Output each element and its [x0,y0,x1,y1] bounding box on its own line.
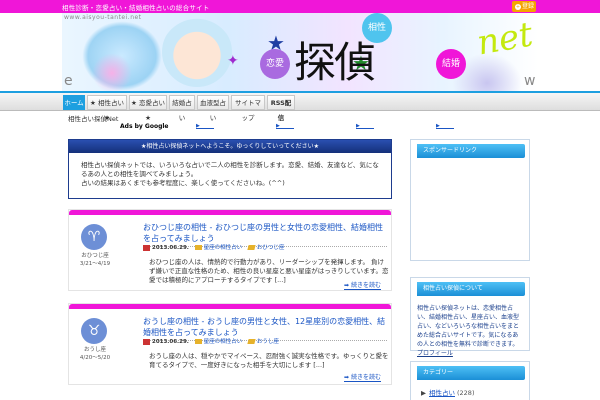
bubble-love: 恋愛 [260,49,290,79]
calendar-icon [143,244,150,251]
post-accent-bar [69,210,391,215]
about-text: 相性占い探偵ネットは、恋愛相性占い、結婚相性占い、星座占い、血液型占い、などいろ… [417,305,520,348]
banner-letter-e: e [64,73,73,89]
post-card: ♉ おうし座 4/20〜5/20 おうし座の相性 - おうし座の男性と女性、12… [68,303,392,385]
ad-link[interactable]: ▶ [276,123,294,129]
post-tag-link[interactable]: おうし座 [257,339,279,345]
calendar-icon [143,338,150,345]
nav-item-marriage[interactable]: 結婚占い [169,95,195,122]
read-more-link[interactable]: ➡ 続きを読む [343,372,381,382]
zodiac-dates: 3/21〜4/19 [79,261,111,267]
intro-text: 占いの結果はあくまでも参考程度に、楽しく使ってくださいね。(^^) [81,179,285,187]
arrow-right-icon: ➡ [343,374,349,381]
post-accent-bar [69,304,391,309]
sidebar-heading: 相性占い探偵について [415,282,525,296]
arrow-right-icon: ➡ [343,282,349,289]
zodiac-sign-label: おひつじ座 3/21〜4/19 [77,252,113,268]
profile-link[interactable]: プロフィール [417,350,453,357]
nav-item-blood-type[interactable]: 血液型占い [197,95,229,122]
tag-icon [247,245,256,250]
bubble-compatibility: 相性 [362,13,392,43]
nav-item-home[interactable]: ホーム [63,95,85,110]
zodiac-name: おひつじ座 [81,253,109,259]
main-nav: ホーム ★ 相性占い ★ ★ 恋愛占い ★ 結婚占い 血液型占い サイトマップ … [0,91,600,122]
sidebar-heading: スポンサードリンク [415,144,525,158]
zodiac-dates: 4/20〜5/20 [79,355,111,361]
login-button[interactable]: + 登録 [512,1,536,12]
sidebar-sponsored: スポンサードリンク [410,139,530,261]
category-name[interactable]: 相性占い [429,389,455,397]
banner-letter-w: w [524,73,536,89]
login-label: 登録 [522,3,535,10]
zodiac-name: おうし座 [83,347,106,353]
site-url: www.aisyou-tantei.net [64,14,142,21]
top-bar: 相性診断・恋愛占い・結婚相性占いの総合サイト + 登録 [0,0,600,13]
illustration-face [162,17,232,87]
plus-icon: + [515,3,521,10]
decorative-blob [92,53,132,91]
intro-body: 相性占い探偵ネットでは、いろいろな占いで二人の相性を診断します。恋愛、結婚、友達… [69,153,391,196]
site-logo-title: 探偵 [294,38,376,87]
post-category-link[interactable]: 星座の相性占い [204,245,243,251]
sidebar-about-text: 相性占い探偵ネットは、恋愛相性占い、結婚相性占い、星座占い、血液型占い、などいろ… [411,300,529,362]
nav-item-rss[interactable]: RSS配信 [267,95,295,122]
post-excerpt: おうし座の人は、穏やかでマイペース、忍耐強く誠実な性格です。ゆっくりと愛を育てる… [149,352,389,369]
ad-link[interactable]: ▶ [436,123,454,129]
read-more-label: 続きを読む [350,282,381,289]
site-logo-net: net [473,14,536,64]
site-tagline: 相性診断・恋愛占い・結婚相性占いの総合サイト [62,4,210,12]
star-icon: ✦ [227,53,239,69]
post-date: 2013.06.29. [152,245,189,251]
read-more-label: 続きを読む [350,374,381,381]
folder-icon [194,339,202,344]
ad-link[interactable]: ▶ [356,123,374,129]
ads-row: Ads by Google ▶ ▶ ▶ ▶ [120,123,520,131]
post-date: 2013.06.29. [152,339,189,345]
post-category-link[interactable]: 星座の相性占い [204,339,243,345]
post-meta: 2013.06.29. 星座の相性占い おうし座 [143,337,279,345]
category-item[interactable]: ▶ 相性占い (228) [411,384,529,400]
ads-label[interactable]: Ads by Google [120,123,168,130]
breadcrumb[interactable]: 相性占い探偵Net [68,113,118,123]
bubble-marriage: 結婚 [436,49,466,79]
post-tag-link[interactable]: おひつじ座 [257,245,285,251]
zodiac-sign-label: おうし座 4/20〜5/20 [77,346,113,362]
nav-item-compatibility[interactable]: ★ 相性占い ★ [87,95,127,122]
folder-icon [194,245,202,250]
post-meta: 2013.06.29. 星座の相性占い おひつじ座 [143,243,284,251]
category-count: (228) [457,389,475,397]
intro-box: ★相性占い探偵ネットへようこそ。ゆっくりしていってください★ 相性占い探偵ネット… [68,139,392,199]
tag-icon [247,339,256,344]
ad-link[interactable]: ▶ [196,123,214,129]
taurus-icon: ♉ [81,318,107,344]
sidebar-heading: カテゴリー [415,366,525,380]
arrow-right-icon: ▶ [421,389,426,397]
header-banner[interactable]: www.aisyou-tantei.net ★ ★ ✦ 探偵 net 相性 恋愛… [62,13,538,91]
sidebar-about: 相性占い探偵について 相性占い探偵ネットは、恋愛相性占い、結婚相性占い、星座占い… [410,277,530,357]
post-card: ♈ おひつじ座 3/21〜4/19 おひつじ座の相性 - おひつじ座の男性と女性… [68,209,392,291]
nav-item-sitemap[interactable]: サイトマップ [231,95,265,122]
aries-icon: ♈ [81,224,107,250]
sidebar-categories: カテゴリー ▶ 相性占い (228) [410,361,530,400]
nav-item-love[interactable]: ★ 恋愛占い ★ [129,95,167,122]
read-more-link[interactable]: ➡ 続きを読む [343,280,381,290]
intro-heading: ★相性占い探偵ネットへようこそ。ゆっくりしていってください★ [69,140,391,153]
intro-text: 相性占い探偵ネットでは、いろいろな占いで二人の相性を診断します。恋愛、結婚、友達… [81,161,379,178]
